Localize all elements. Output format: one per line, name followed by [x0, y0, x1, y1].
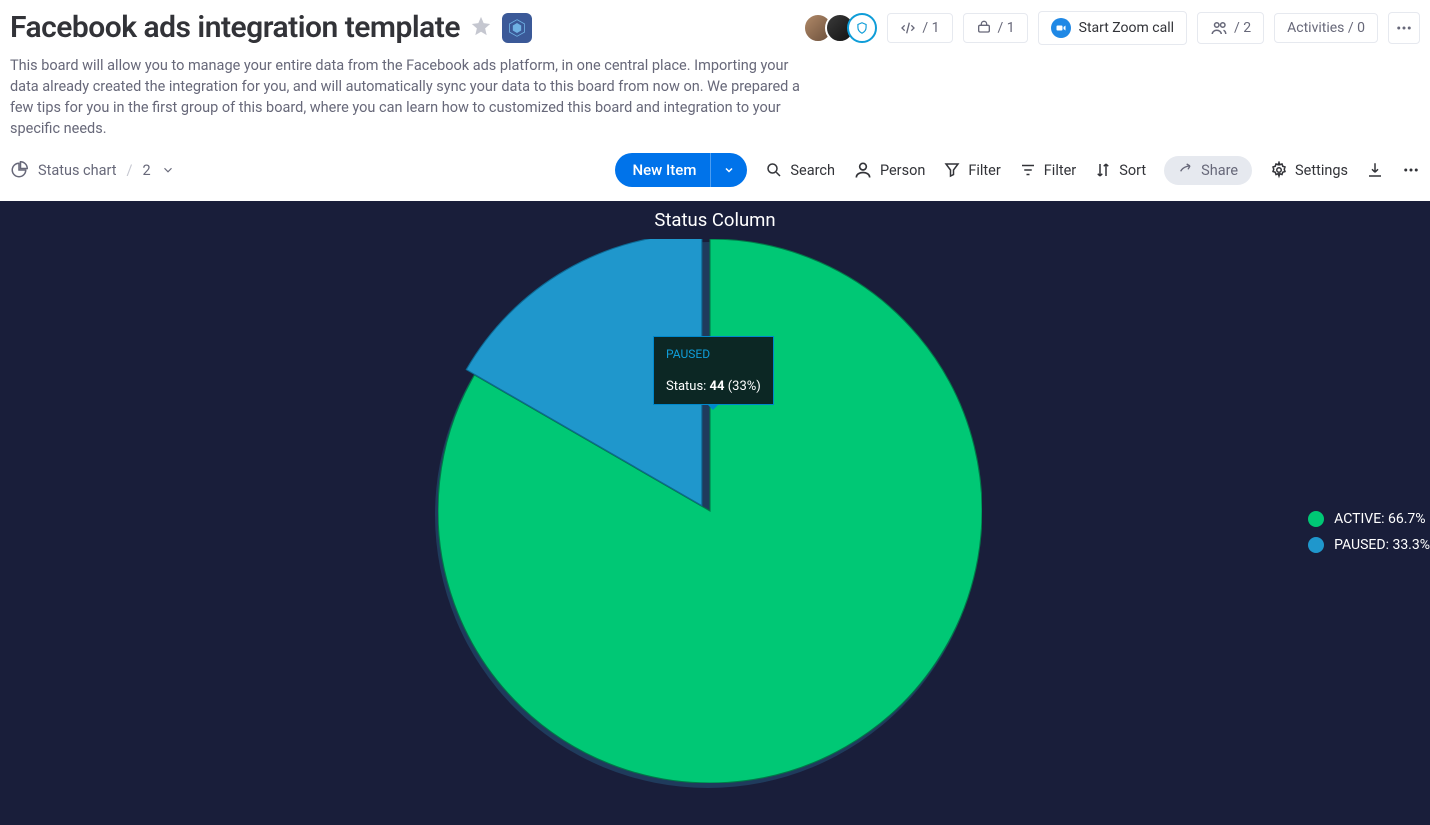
tooltip-stat: Status: 44 (33%)	[666, 379, 761, 394]
sort-button[interactable]: Sort	[1094, 161, 1146, 179]
avatars[interactable]	[803, 13, 877, 43]
more-button[interactable]	[1402, 161, 1420, 179]
settings-button[interactable]: Settings	[1270, 161, 1348, 179]
share-label: Share	[1201, 162, 1238, 179]
chart-legend: ACTIVE: 66.7% PAUSED: 33.3%	[1308, 501, 1430, 563]
legend-label: ACTIVE: 66.7%	[1334, 511, 1425, 527]
settings-label: Settings	[1295, 162, 1348, 179]
view-selector[interactable]: Status chart / 2	[10, 161, 175, 179]
integration-counter-1[interactable]: / 1	[887, 13, 952, 43]
activities-label: Activities / 0	[1287, 20, 1365, 36]
page-title: Facebook ads integration template	[10, 10, 460, 45]
view-sep: /	[127, 162, 133, 179]
view-name: Status chart	[38, 162, 117, 179]
tooltip-pct: (33%)	[724, 379, 760, 394]
more-menu-button[interactable]	[1388, 12, 1420, 44]
search-button[interactable]: Search	[765, 161, 835, 179]
start-zoom-button[interactable]: Start Zoom call	[1038, 11, 1187, 45]
counter-label: / 1	[922, 20, 939, 36]
sort-label: Sort	[1119, 162, 1146, 179]
gear-icon	[1270, 161, 1288, 179]
zoom-icon	[1051, 18, 1071, 38]
download-icon	[1366, 161, 1384, 179]
new-item-button[interactable]: New Item	[615, 153, 748, 187]
person-icon	[853, 160, 873, 180]
legend-label: PAUSED: 33.3%	[1334, 537, 1430, 553]
new-item-dropdown[interactable]	[710, 153, 747, 187]
person-label: Person	[880, 162, 925, 179]
pie-chart-icon	[10, 161, 28, 179]
invite-button[interactable]: / 2	[1197, 12, 1264, 44]
filter-label-2: Filter	[1044, 162, 1076, 179]
filter-button[interactable]: Filter	[943, 161, 1000, 179]
download-button[interactable]	[1366, 161, 1384, 179]
more-icon	[1402, 161, 1420, 179]
star-icon[interactable]	[470, 15, 492, 41]
board-description: This board will allow you to manage your…	[10, 55, 810, 139]
facebook-hex-icon	[502, 13, 532, 43]
chevron-down-icon	[161, 163, 175, 177]
sort-icon	[1094, 161, 1112, 179]
share-button[interactable]: Share	[1164, 156, 1252, 185]
filter-label: Filter	[968, 162, 1000, 179]
chevron-down-icon	[723, 164, 735, 176]
legend-item-paused[interactable]: PAUSED: 33.3%	[1308, 537, 1430, 553]
integration-counter-2[interactable]: / 1	[963, 13, 1028, 43]
search-icon	[765, 161, 783, 179]
chart-tooltip: PAUSED Status: 44 (33%)	[653, 336, 774, 405]
tooltip-label: PAUSED	[666, 347, 761, 361]
chart-area: Status Column PAUSED Status: 44 (33%) AC…	[0, 201, 1430, 825]
pie-svg	[438, 239, 982, 783]
pie-chart[interactable]	[438, 239, 982, 783]
chart-title: Status Column	[0, 201, 1430, 231]
guest-shield-icon	[847, 13, 877, 43]
tooltip-prefix: Status:	[666, 379, 710, 394]
zoom-label: Start Zoom call	[1079, 20, 1174, 36]
tooltip-value: 44	[710, 379, 725, 394]
filter-lines-icon	[1019, 161, 1037, 179]
legend-dot	[1308, 511, 1324, 527]
legend-item-active[interactable]: ACTIVE: 66.7%	[1308, 511, 1430, 527]
activities-button[interactable]: Activities / 0	[1274, 13, 1378, 43]
share-icon	[1178, 162, 1194, 178]
search-label: Search	[790, 162, 835, 179]
funnel-icon	[943, 161, 961, 179]
invite-label: / 2	[1234, 20, 1251, 36]
new-item-label: New Item	[615, 153, 711, 187]
view-count: 2	[143, 162, 151, 179]
filter-button-2[interactable]: Filter	[1019, 161, 1076, 179]
person-button[interactable]: Person	[853, 160, 925, 180]
legend-dot	[1308, 537, 1324, 553]
counter-label: / 1	[998, 20, 1015, 36]
